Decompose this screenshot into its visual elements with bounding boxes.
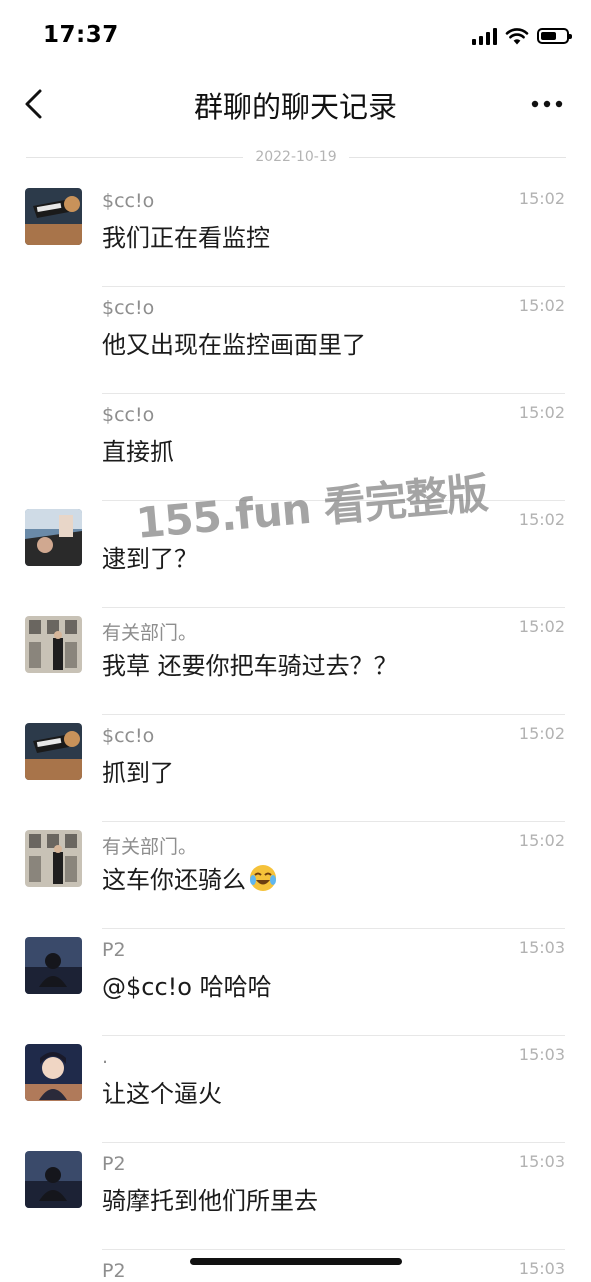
message-item[interactable]: $cc!o 15:02 抓到了 [0, 715, 591, 822]
message-sender: $cc!o [102, 297, 155, 319]
message-text: 让这个逼火 [102, 1080, 222, 1108]
message-time: 15:03 [518, 1152, 565, 1171]
message-text: 我们正在看监控 [102, 224, 270, 252]
nav-bar: 群聊的聊天记录 [0, 72, 591, 138]
message-item[interactable]: P2 15:03 [0, 1250, 591, 1282]
message-item[interactable]: . 15:03 让这个逼火 [0, 1036, 591, 1143]
status-icons [472, 26, 572, 46]
message-item[interactable]: P2 15:03 @$cc!o 哈哈哈 [0, 929, 591, 1036]
message-sender: P2 [102, 939, 126, 961]
message-time: 15:03 [518, 1045, 565, 1064]
message-time: 15:02 [518, 403, 565, 422]
wifi-icon [505, 28, 529, 45]
cellular-signal-icon [472, 27, 497, 45]
battery-icon [537, 28, 572, 44]
message-item[interactable]: P2 15:03 骑摩托到他们所里去 [0, 1143, 591, 1250]
message-time: 15:02 [518, 724, 565, 743]
message-item[interactable]: $cc!o 15:02 我们正在看监控 [0, 180, 591, 287]
message-item[interactable]: 有关部门。 15:02 这车你还骑么 [0, 822, 591, 929]
message-sender: $cc!o [102, 404, 155, 426]
home-indicator[interactable] [190, 1258, 402, 1265]
message-sender: $cc!o [102, 190, 155, 212]
message-text: @$cc!o 哈哈哈 [102, 973, 272, 1001]
avatar-building[interactable] [25, 616, 82, 673]
message-item[interactable]: $cc!o 15:02 他又出现在监控画面里了 [0, 287, 591, 394]
message-sender: $cc!o [102, 725, 155, 747]
avatar-anime[interactable] [25, 1044, 82, 1101]
message-text: 骑摩托到他们所里去 [102, 1187, 318, 1215]
date-divider: 2022-10-19 [26, 146, 566, 168]
message-sender: P2 [102, 1260, 126, 1282]
message-text-content: 这车你还骑么 [102, 866, 246, 894]
message-sender: P2 [102, 1153, 126, 1175]
message-time: 15:02 [518, 510, 565, 529]
message-time: 15:03 [518, 938, 565, 957]
message-sender: 有关部门。 [102, 622, 198, 644]
message-time: 15:02 [518, 296, 565, 315]
message-time: 15:02 [518, 617, 565, 636]
message-text: 我草 还要你把车骑过去？？ [102, 652, 398, 680]
page-title: 群聊的聊天记录 [193, 90, 397, 124]
message-sender: 有关部门。 [102, 836, 198, 858]
message-text: 这车你还骑么 [102, 860, 278, 895]
message-time: 15:02 [518, 831, 565, 850]
message-time: 15:03 [518, 1259, 565, 1278]
message-sender: . [102, 1046, 109, 1068]
message-time: 15:02 [518, 189, 565, 208]
avatar-building[interactable] [25, 830, 82, 887]
message-item[interactable]: 有关部门。 15:02 我草 还要你把车骑过去？？ [0, 608, 591, 715]
date-label: 2022-10-19 [255, 149, 337, 165]
avatar-p2[interactable] [25, 937, 82, 994]
laughing-crying-emoji-icon [250, 865, 276, 891]
status-bar: 17:37 [0, 0, 591, 70]
avatar-p2[interactable] [25, 1151, 82, 1208]
avatar-cclo[interactable] [25, 723, 82, 780]
message-text: 他又出现在监控画面里了 [102, 331, 366, 359]
more-options-icon[interactable] [529, 90, 565, 118]
avatar-driver[interactable] [25, 509, 82, 566]
avatar-cclo[interactable] [25, 188, 82, 245]
message-text: 直接抓 [102, 438, 174, 466]
status-time: 17:37 [43, 22, 119, 48]
message-text: 抓到了 [102, 759, 174, 787]
